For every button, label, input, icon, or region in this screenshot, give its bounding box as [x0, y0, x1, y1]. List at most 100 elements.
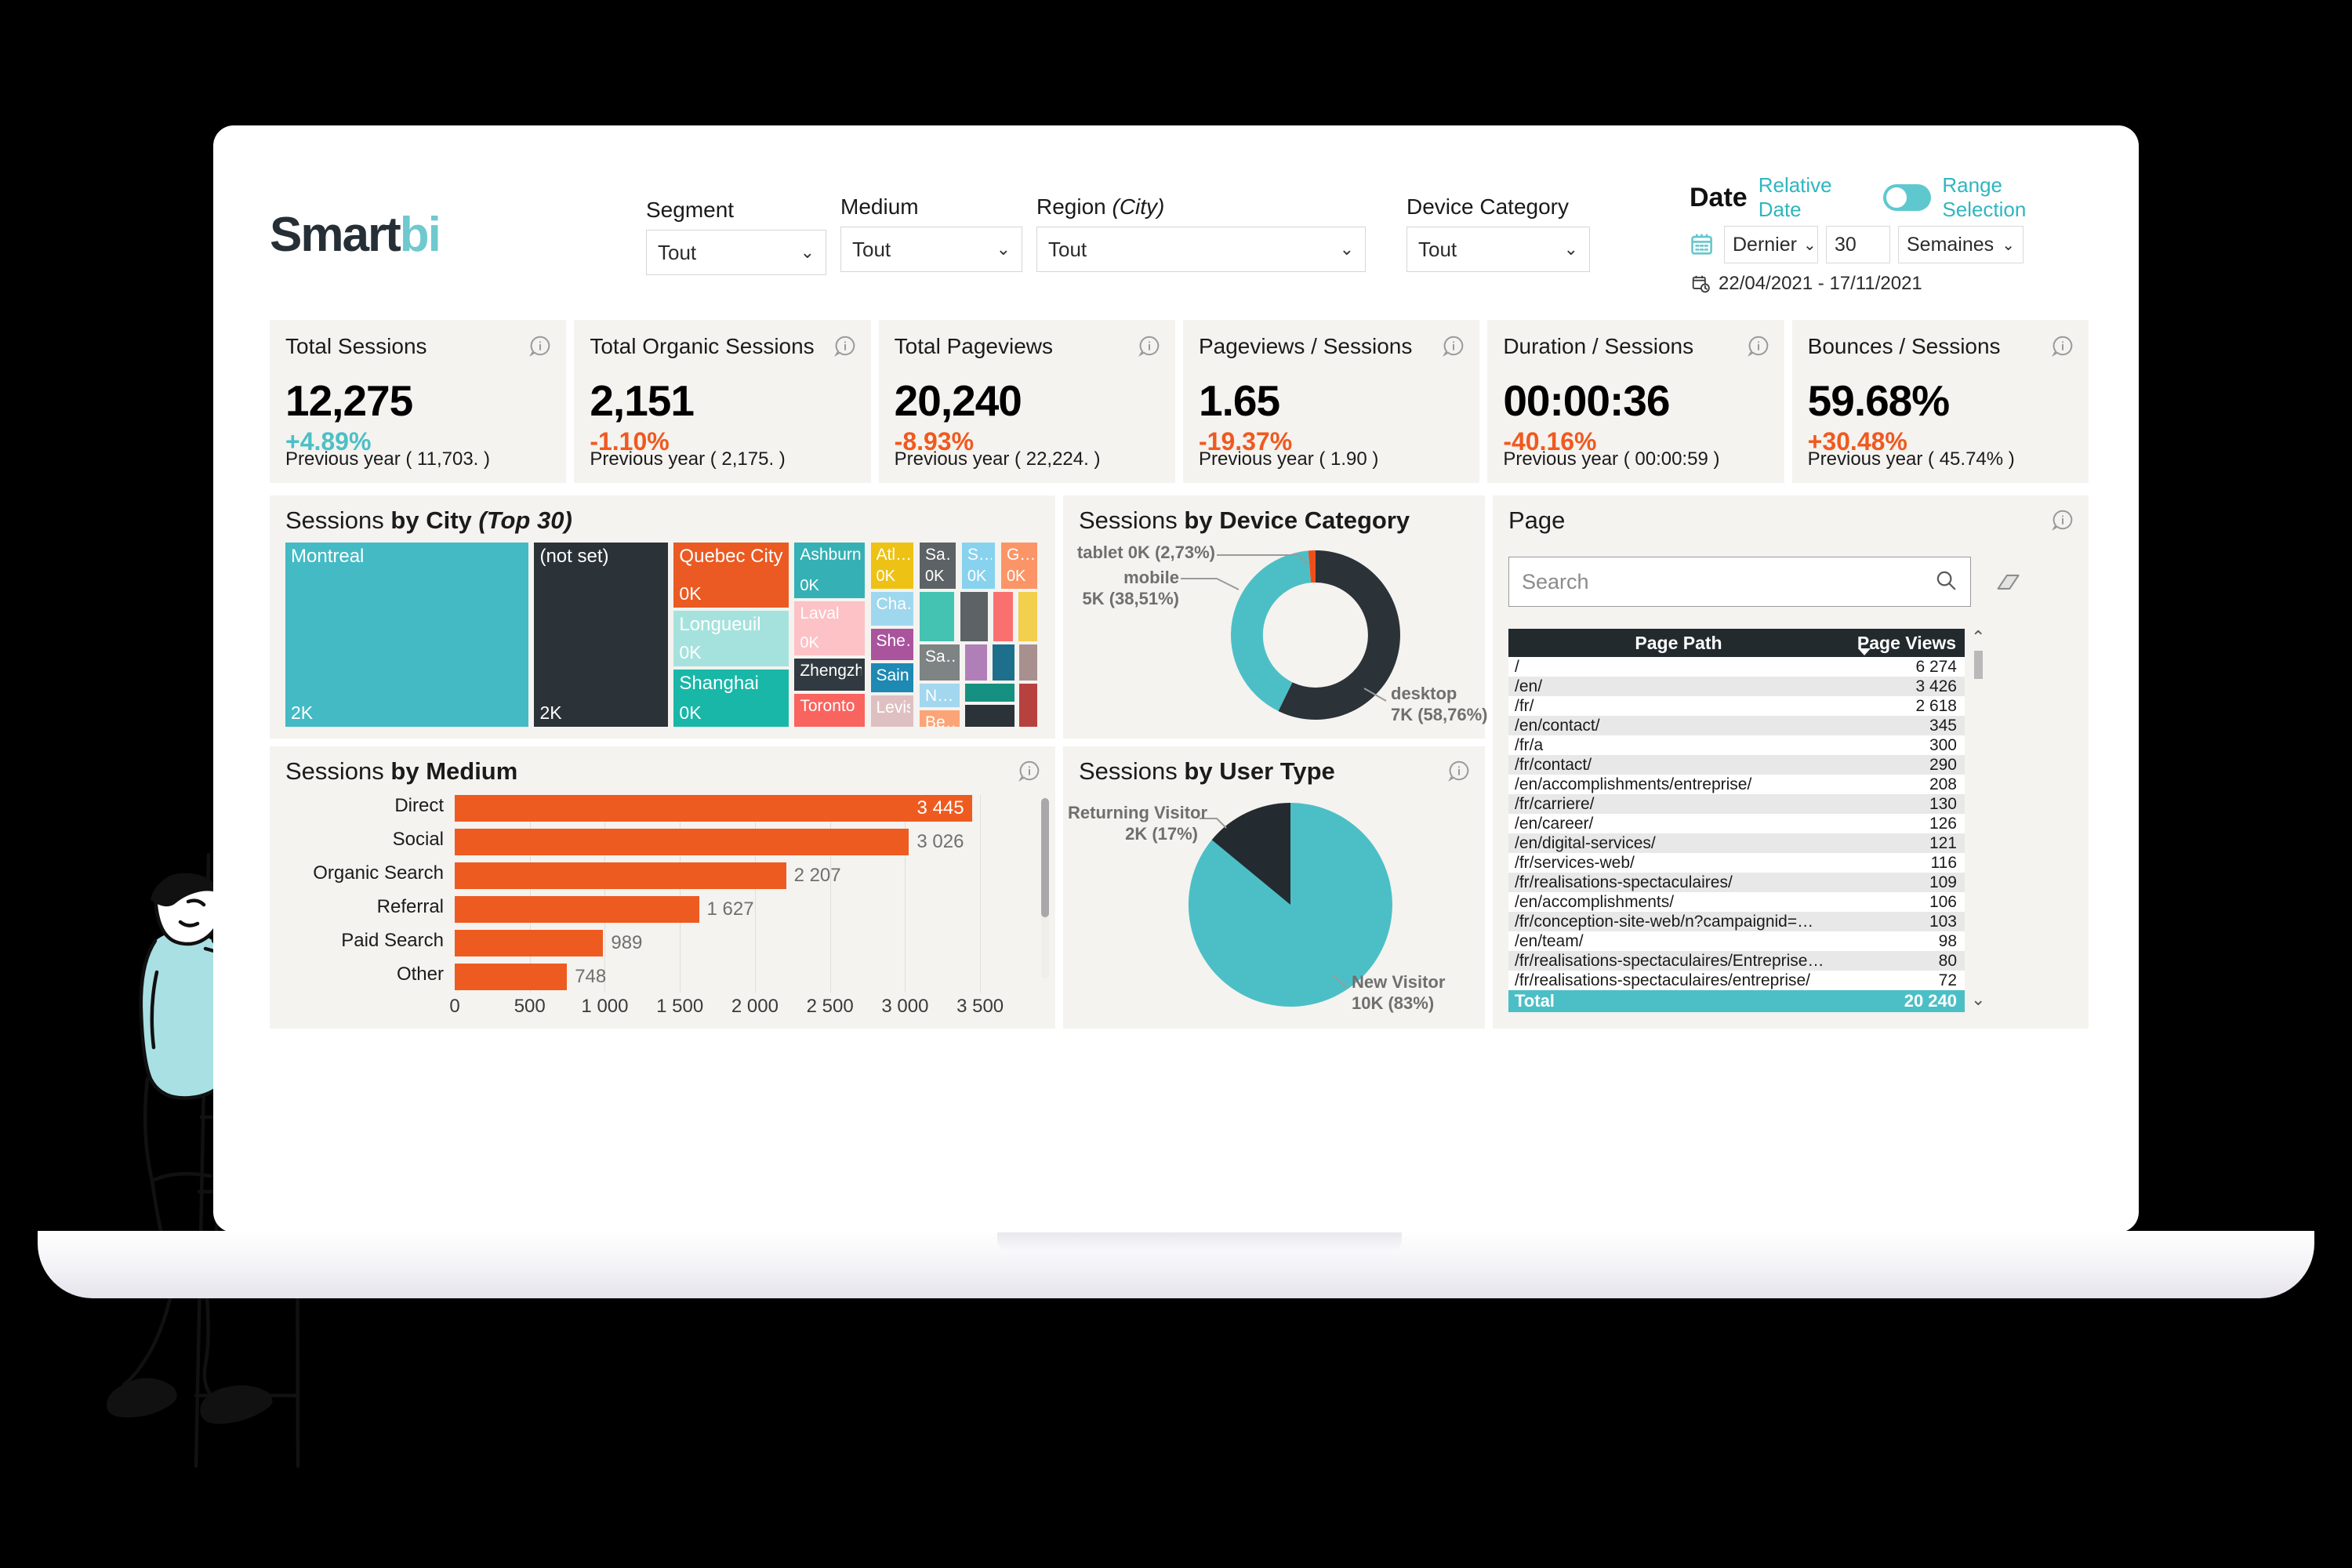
filter-segment-select[interactable]: Tout ⌄: [646, 230, 826, 275]
table-row[interactable]: /fr/realisations-spectaculaires/109: [1508, 873, 1965, 892]
table-row[interactable]: /fr/a 300: [1508, 735, 1965, 755]
treemap-tile[interactable]: [964, 705, 1015, 727]
table-row[interactable]: /fr/conception-site-web/n?campaignid=… 10…: [1508, 912, 1965, 931]
table-row[interactable]: /en/career/126: [1508, 814, 1965, 833]
treemap-tile[interactable]: Quebec City 0K: [673, 543, 789, 608]
bar-row[interactable]: Referral 1 627: [377, 896, 1018, 923]
bar-chart-scrollbar[interactable]: [1041, 798, 1049, 978]
treemap-tile[interactable]: [1018, 592, 1037, 641]
bar-row[interactable]: Organic Search 2 207: [313, 862, 1018, 889]
bar-fill[interactable]: [455, 930, 604, 956]
scroll-down-icon[interactable]: ⌄: [1971, 991, 1985, 1008]
table-row[interactable]: /en/contact/345: [1508, 716, 1965, 735]
treemap-tile[interactable]: Laval 0K: [794, 601, 865, 655]
treemap-tile[interactable]: Longueuil 0K: [673, 611, 789, 666]
search-icon[interactable]: [1934, 568, 1958, 596]
treemap-tile[interactable]: Be…: [920, 710, 960, 727]
info-icon[interactable]: [1447, 759, 1471, 782]
cell-page-path: /: [1515, 657, 1519, 676]
table-row[interactable]: /en/3 426: [1508, 677, 1965, 696]
filter-region-select[interactable]: Tout ⌄: [1036, 227, 1366, 272]
info-icon[interactable]: [833, 334, 857, 358]
treemap-tile[interactable]: [1019, 644, 1037, 681]
range-selection-link[interactable]: Range Selection: [1942, 173, 2082, 222]
treemap-tile[interactable]: Toronto: [794, 694, 865, 727]
info-icon[interactable]: [1747, 334, 1770, 358]
treemap-tile[interactable]: Sa…: [920, 644, 960, 681]
date-mode-toggle[interactable]: [1882, 184, 1932, 211]
treemap-tile[interactable]: [993, 644, 1015, 681]
date-amount-input[interactable]: 30: [1826, 226, 1890, 263]
treemap-sessions-by-city[interactable]: Montreal 2K (not set) 2K Quebec City 0K Longue…: [285, 543, 1040, 729]
table-row[interactable]: /fr/services-web/116: [1508, 853, 1965, 873]
info-icon[interactable]: [1442, 334, 1465, 358]
date-unit-select[interactable]: Semaines ⌄: [1898, 226, 2024, 263]
scrollbar-thumb[interactable]: [1041, 798, 1049, 917]
filter-medium-select[interactable]: Tout ⌄: [840, 227, 1022, 272]
table-row[interactable]: /en/digital-services/121: [1508, 833, 1965, 853]
info-icon[interactable]: [2051, 334, 2074, 358]
treemap-tile[interactable]: [920, 592, 955, 641]
treemap-tile[interactable]: She…: [870, 628, 914, 660]
treemap-tile[interactable]: (not set) 2K: [534, 543, 668, 727]
pie-chart-user-type[interactable]: Returning Visitor 2K (17%) New Visitor 1…: [1063, 789, 1485, 1024]
search-input[interactable]: Search: [1508, 557, 1971, 607]
treemap-tile[interactable]: Atl… 0K: [870, 543, 914, 589]
treemap-tile[interactable]: Ashburn 0K: [794, 543, 865, 598]
table-row[interactable]: /en/accomplishments/entreprise/208: [1508, 775, 1965, 794]
scroll-up-icon[interactable]: ⌃: [1971, 629, 1985, 646]
bar-fill[interactable]: [455, 964, 568, 990]
info-icon[interactable]: [528, 334, 552, 358]
column-header-page-path[interactable]: Page Path: [1508, 633, 1849, 654]
table-row[interactable]: / 6 274: [1508, 657, 1965, 677]
scrollbar-thumb[interactable]: [1974, 651, 1983, 679]
cell-page-path: /en/contact/: [1515, 716, 1600, 735]
treemap-tile[interactable]: [960, 592, 989, 641]
bar-fill[interactable]: [455, 862, 786, 889]
date-mode-select[interactable]: Dernier ⌄: [1724, 226, 1818, 263]
treemap-tile[interactable]: S… 0K: [961, 543, 996, 589]
cell-page-path: /fr/realisations-spectaculaires/: [1515, 873, 1733, 891]
treemap-tile[interactable]: G… 0K: [1000, 543, 1037, 589]
table-row[interactable]: /fr/realisations-spectaculaires/entrepri…: [1508, 971, 1965, 990]
treemap-tile[interactable]: Sa… 0K: [920, 543, 956, 589]
table-scrollbar[interactable]: ⌃ ⌄: [1971, 629, 1985, 1010]
table-row[interactable]: /fr/2 618: [1508, 696, 1965, 716]
bar-row[interactable]: Social 3 026: [393, 829, 1018, 855]
table-row[interactable]: /fr/realisations-spectaculaires/Entrepri…: [1508, 951, 1965, 971]
donut-chart-device-category[interactable]: tablet 0K (2,73%) mobile 5K (38,51%) des…: [1063, 535, 1488, 735]
treemap-tile[interactable]: N…: [920, 683, 960, 708]
bar-chart-sessions-by-medium[interactable]: 0 500 1 000 1 500 2 000 2 500 3 000 3 500 Direct…: [285, 795, 1024, 1021]
clear-filter-eraser-icon[interactable]: [1994, 571, 2021, 598]
relative-date-link[interactable]: Relative Date: [1759, 173, 1872, 222]
treemap-tile[interactable]: [1019, 683, 1037, 727]
bar-row[interactable]: Paid Search 989: [341, 930, 1018, 956]
table-row[interactable]: /en/team/98: [1508, 931, 1965, 951]
info-icon[interactable]: [1018, 759, 1041, 782]
treemap-tile[interactable]: Zhengzhou: [794, 659, 865, 691]
filter-device-category-select[interactable]: Tout ⌄: [1406, 227, 1590, 272]
bar-row[interactable]: Direct 3 445: [394, 795, 1018, 822]
treemap-tile[interactable]: [993, 592, 1014, 641]
info-icon[interactable]: [2051, 508, 2074, 532]
bar-fill[interactable]: [455, 896, 699, 923]
treemap-tile[interactable]: Sain…: [870, 662, 914, 693]
table-row[interactable]: /en/accomplishments/106: [1508, 892, 1965, 912]
treemap-tile[interactable]: Cha…: [870, 592, 914, 626]
treemap-tile[interactable]: Shanghai 0K: [673, 670, 789, 727]
treemap-tile[interactable]: [964, 644, 988, 681]
panel-title: Sessions by Device Category: [1079, 506, 1410, 534]
info-icon[interactable]: [1138, 334, 1161, 358]
bar-fill[interactable]: [455, 829, 909, 855]
treemap-tile[interactable]: Levis: [870, 695, 914, 727]
bar-fill[interactable]: [455, 795, 972, 822]
table-row[interactable]: /fr/carriere/130: [1508, 794, 1965, 814]
treemap-tile[interactable]: [964, 683, 1015, 702]
panel-sessions-by-device-category: Sessions by Device Category tablet 0K (2…: [1063, 495, 1488, 739]
column-header-page-views[interactable]: Page Views: [1849, 633, 1965, 655]
scrollbar-track[interactable]: [1974, 651, 1983, 988]
filter-device-category-value: Tout: [1418, 237, 1457, 261]
treemap-tile[interactable]: Montreal 2K: [285, 543, 528, 727]
bar-row[interactable]: Other 748: [397, 964, 1018, 990]
table-row[interactable]: /fr/contact/290: [1508, 755, 1965, 775]
